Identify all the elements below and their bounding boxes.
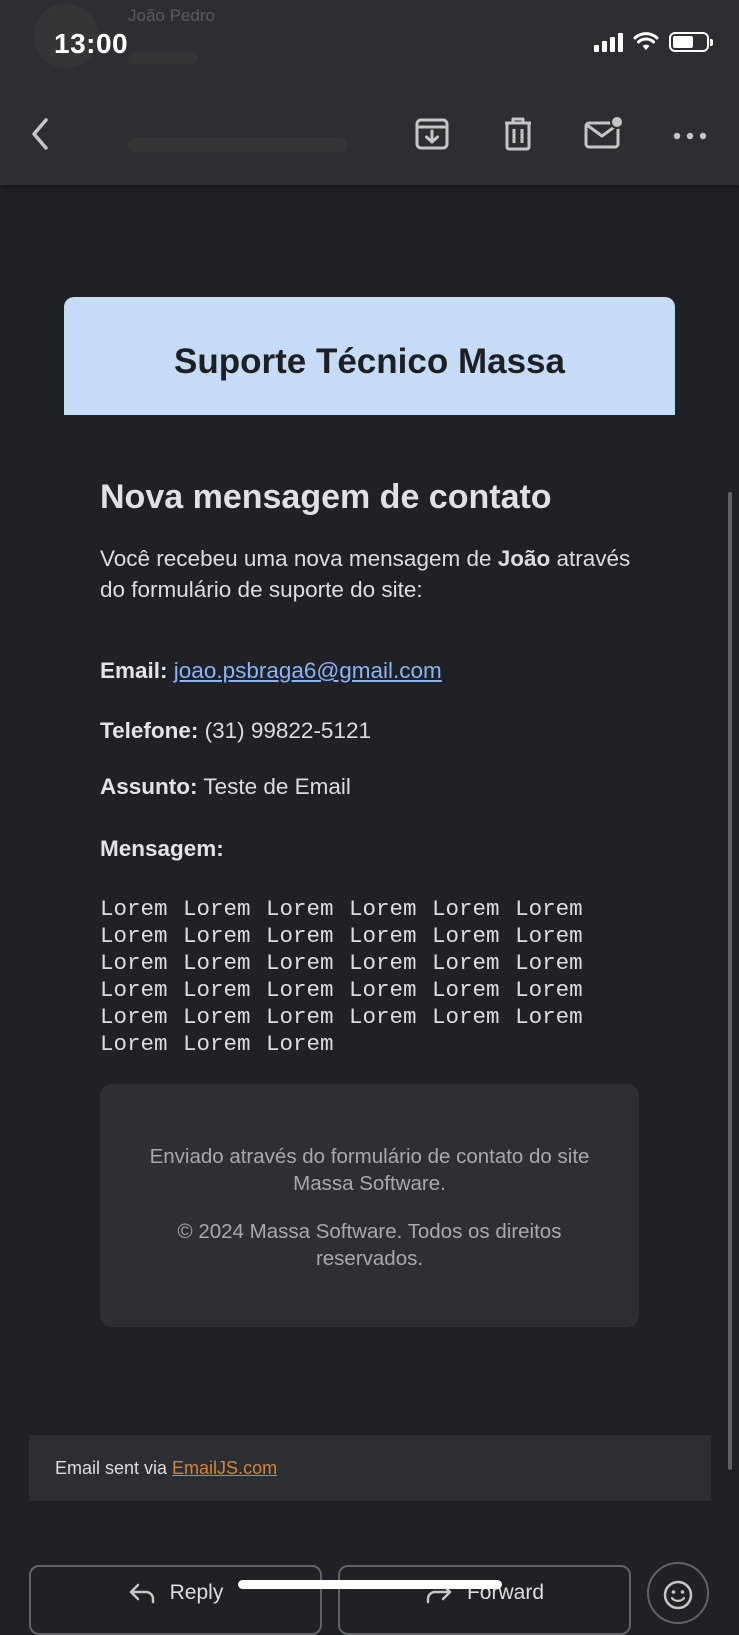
subject-value: Teste de Email [203, 774, 351, 799]
message-body: Lorem Lorem Lorem Lorem Lorem Lorem Lore… [100, 896, 583, 1057]
mark-unread-icon[interactable] [582, 112, 626, 156]
back-arrow-icon[interactable] [26, 114, 56, 154]
email-link[interactable]: joao.psbraga6@gmail.com [174, 658, 442, 683]
scrollbar[interactable] [728, 492, 732, 1470]
ghost-subject-line [128, 138, 348, 152]
subject-label: Assunto: [100, 774, 198, 799]
email-footer: Enviado através do formulário de contato… [100, 1084, 639, 1327]
footer-sent-via: Enviado através do formulário de contato… [149, 1145, 590, 1195]
reply-label: Reply [169, 1581, 224, 1604]
brand-header: Suporte Técnico Massa [64, 297, 675, 415]
reply-button[interactable]: Reply [29, 1565, 322, 1635]
emailjs-prefix: Email sent via [55, 1457, 168, 1478]
ghost-sender-name: João Pedro [128, 6, 215, 25]
emoji-reaction-button[interactable] [647, 1562, 709, 1624]
reply-icon [129, 1583, 154, 1604]
more-options-icon[interactable] [668, 112, 712, 156]
message-label: Mensagem: [100, 836, 224, 861]
emailjs-notice: Email sent via EmailJS.com [29, 1435, 711, 1501]
home-indicator [238, 1580, 502, 1589]
phone-value: (31) 99822-5121 [204, 718, 371, 743]
status-time: 13:00 [54, 28, 129, 59]
email-field: Email: joao.psbraga6@gmail.com [100, 658, 442, 684]
smiley-icon [663, 1580, 693, 1610]
forward-button[interactable]: Forward [338, 1565, 631, 1635]
email-content: Nova mensagem de contato Você recebeu um… [100, 478, 645, 1057]
ghost-recipient-line [128, 52, 198, 64]
email-heading: Nova mensagem de contato [100, 478, 552, 516]
archive-icon[interactable] [410, 112, 454, 156]
phone-label: Telefone: [100, 718, 199, 743]
status-icons [594, 32, 713, 52]
trash-icon[interactable] [496, 112, 540, 156]
intro-paragraph: Você recebeu uma nova mensagem de João a… [100, 543, 645, 605]
subject-field: Assunto: Teste de Email [100, 774, 351, 800]
sender-name: João [497, 546, 551, 571]
wifi-icon [633, 32, 659, 50]
top-app-bar: João Pedro 13:00 [0, 0, 739, 185]
phone-field: Telefone: (31) 99822-5121 [100, 718, 371, 744]
email-label: Email: [100, 658, 168, 683]
brand-title: Suporte Técnico Massa [174, 342, 565, 381]
battery-icon [669, 32, 713, 52]
footer-copyright: © 2024 Massa Software. Todos os direitos… [177, 1220, 562, 1270]
cellular-signal-icon [594, 32, 623, 52]
emailjs-link[interactable]: EmailJS.com [172, 1458, 277, 1479]
intro-prefix: Você recebeu uma nova mensagem de [100, 546, 498, 571]
